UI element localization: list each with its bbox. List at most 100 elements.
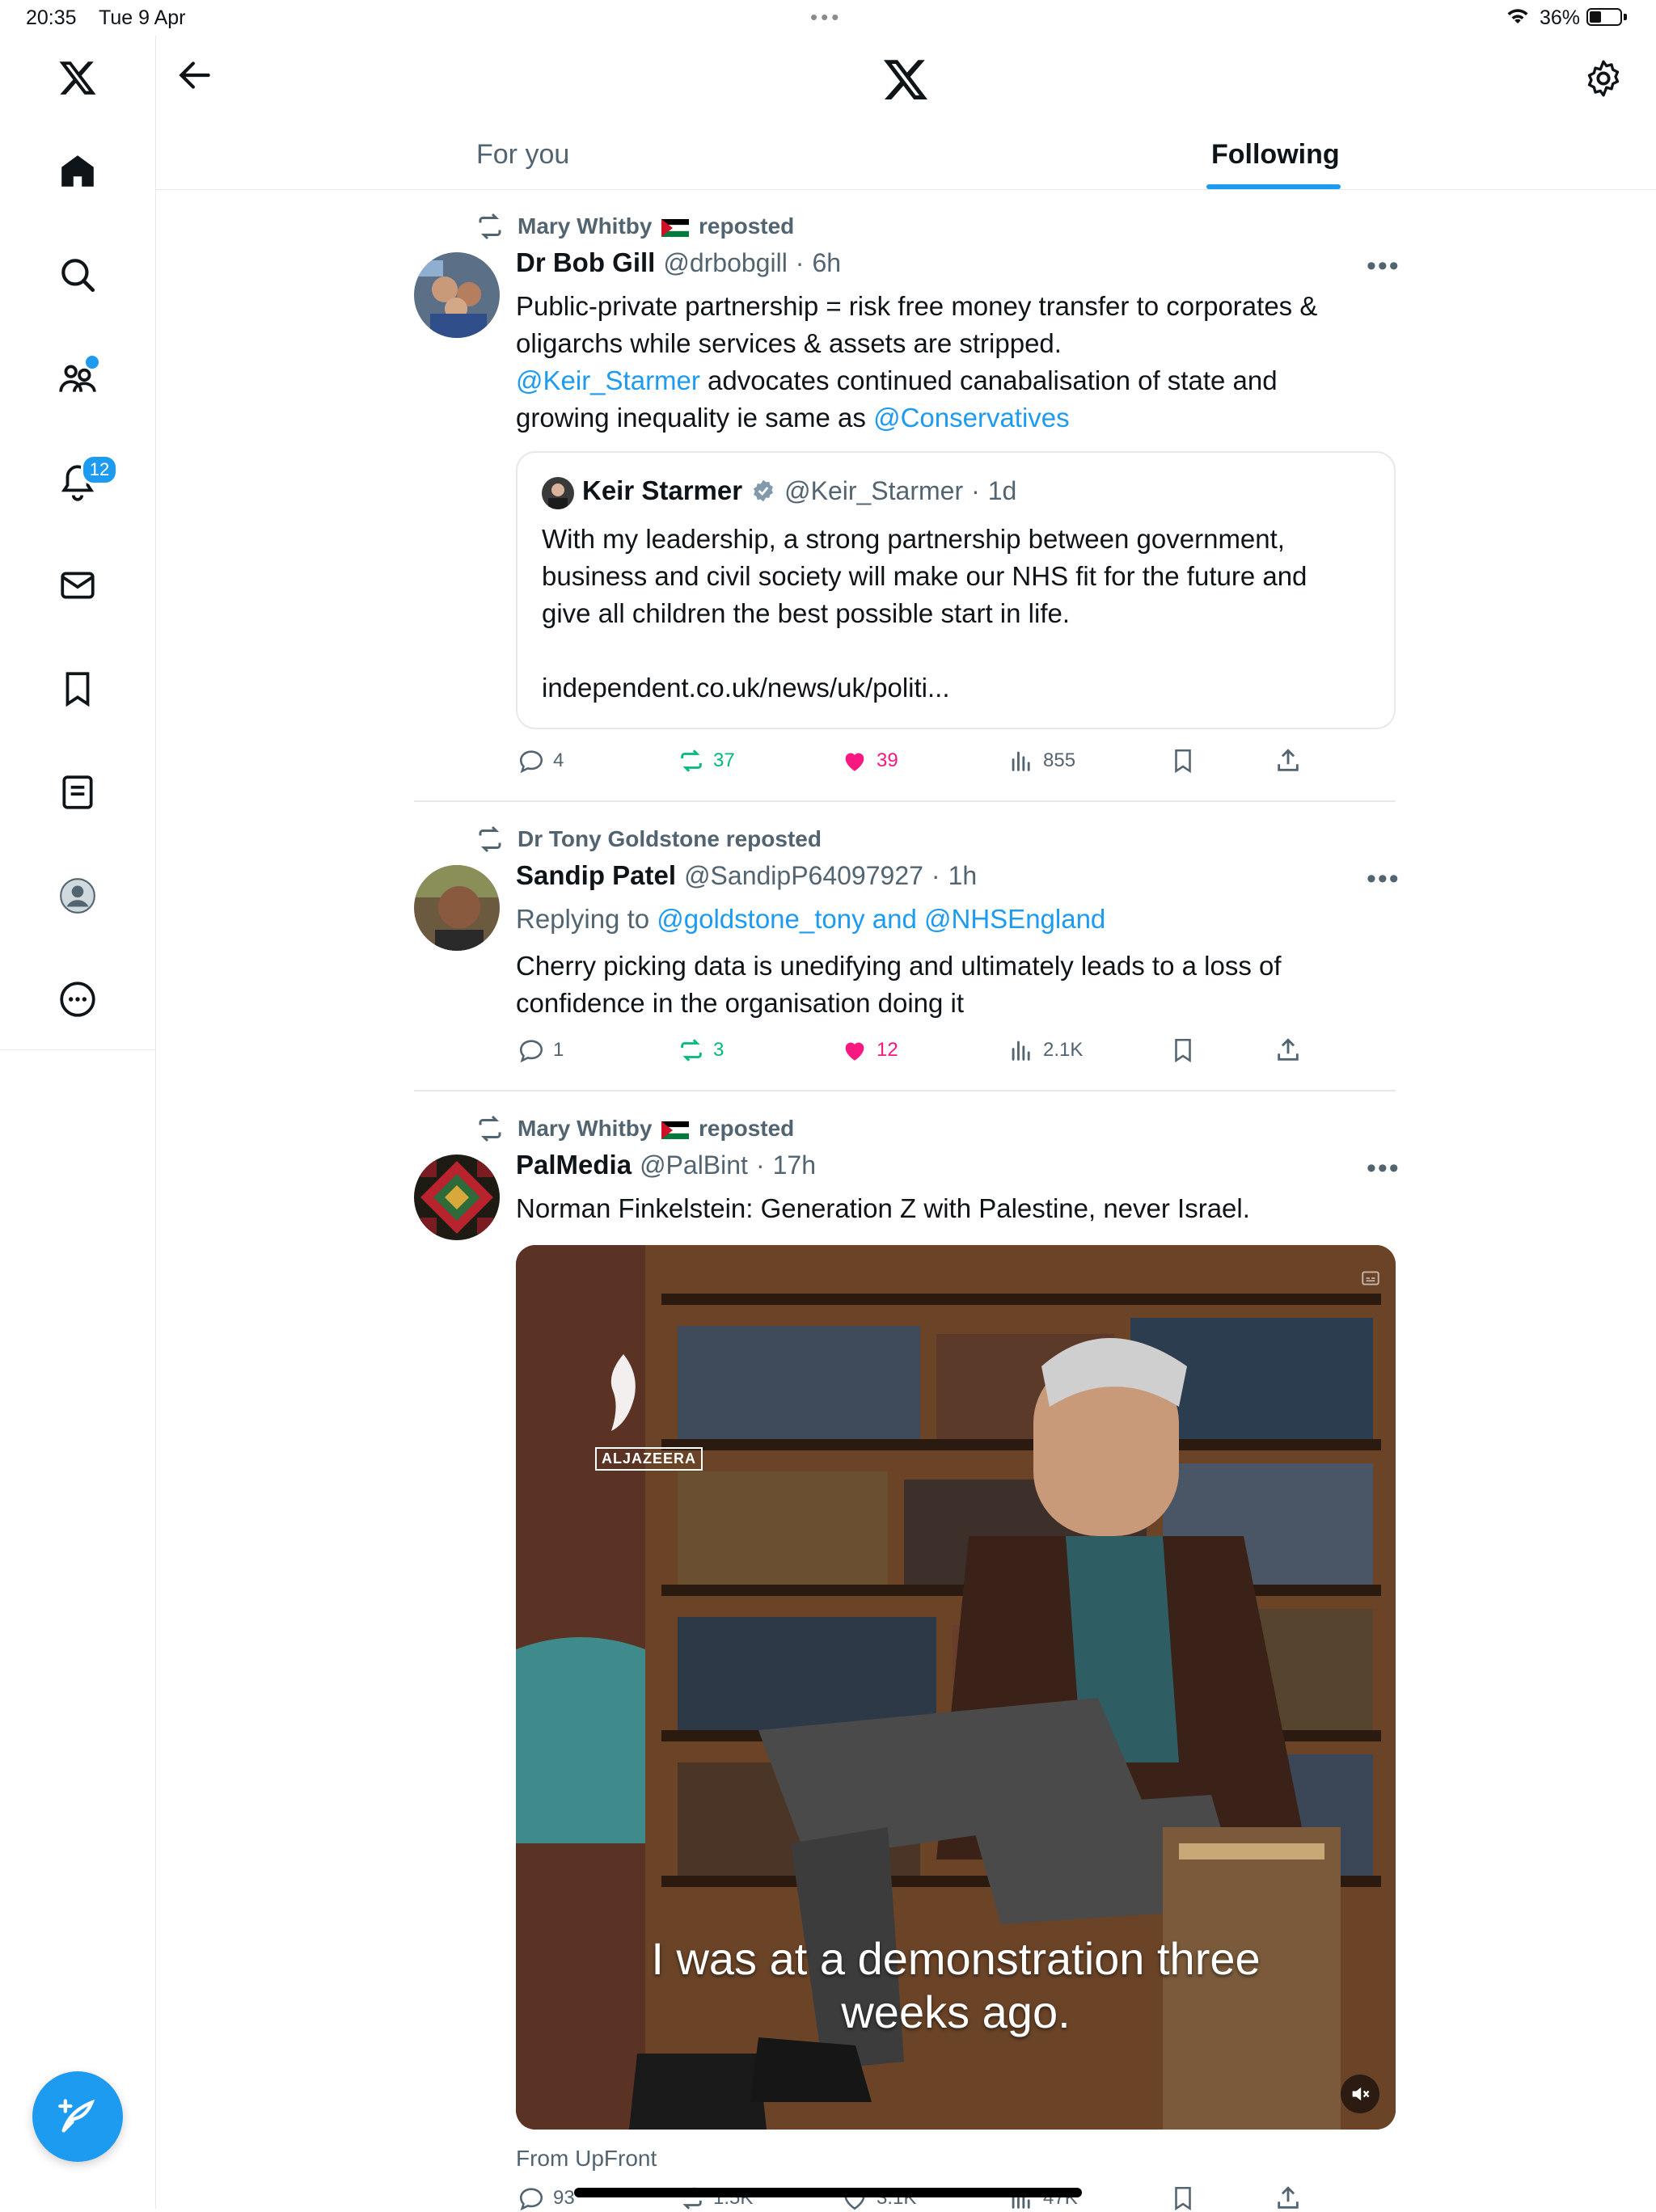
- quote-link[interactable]: independent.co.uk/news/uk/politi...: [542, 669, 1383, 707]
- status-date: Tue 9 Apr: [99, 6, 186, 29]
- quote-time: 1d: [987, 476, 1017, 505]
- repost-small-icon: [479, 213, 501, 240]
- repost-indicator[interactable]: Dr Tony Goldstone reposted: [475, 825, 822, 854]
- reply-button[interactable]: 4: [518, 747, 564, 775]
- mention-link[interactable]: @Keir_Starmer: [516, 365, 700, 395]
- battery-icon: [1586, 8, 1622, 26]
- tweet-time[interactable]: 17h: [773, 1150, 816, 1180]
- communities-icon[interactable]: [45, 346, 110, 411]
- share-button[interactable]: [1274, 747, 1302, 775]
- video-caption: I was at a demonstration three weeks ago…: [651, 1933, 1261, 2037]
- share-icon: [1278, 749, 1299, 771]
- sidebar-border: [155, 1049, 156, 2209]
- reply-count: 4: [553, 749, 564, 771]
- avatar[interactable]: [414, 865, 500, 951]
- back-arrow-icon[interactable]: [175, 55, 215, 95]
- tweet-text: Cherry picking data is unedifying and ul…: [516, 951, 1282, 1018]
- repost-indicator[interactable]: Mary Whitby reposted: [475, 1114, 794, 1143]
- tweet-time[interactable]: 1h: [948, 861, 978, 891]
- bookmark-icon: [1175, 1038, 1191, 1063]
- quote-avatar: [542, 477, 574, 509]
- reply-button[interactable]: 1: [518, 1036, 564, 1064]
- quote-author-handle: @Keir_Starmer: [784, 476, 964, 505]
- home-indicator[interactable]: [574, 2188, 1082, 2197]
- tweet-header: Dr Bob Gill @drbobgill · 6h: [516, 247, 842, 278]
- tweet-header: PalMedia @PalBint · 17h: [516, 1150, 816, 1180]
- share-button[interactable]: [1274, 1036, 1302, 1064]
- tweet-text: Public-private partnership = risk free m…: [516, 291, 1318, 433]
- subtitles-icon[interactable]: [1360, 1268, 1381, 1289]
- tab-for-you[interactable]: For you: [476, 139, 569, 171]
- status-bar: 20:35 Tue 9 Apr ••• 36%: [0, 0, 1656, 36]
- views-icon: [1012, 1041, 1030, 1061]
- settings-gear-icon[interactable]: [1583, 58, 1624, 99]
- compose-post-button[interactable]: [32, 2071, 123, 2162]
- share-button[interactable]: [1274, 2185, 1302, 2212]
- bookmark-icon: [1175, 749, 1191, 774]
- reply-count: 1: [553, 1039, 564, 1061]
- author-name[interactable]: Dr Bob Gill: [516, 247, 655, 278]
- reply-button[interactable]: 93: [518, 2185, 575, 2212]
- more-options-icon[interactable]: [45, 967, 110, 1032]
- quoted-tweet[interactable]: Keir Starmer @Keir_Starmer · 1d With my …: [516, 451, 1396, 729]
- repost-button[interactable]: 3: [678, 1036, 724, 1064]
- repost-small-icon: [479, 825, 501, 853]
- bookmark-icon: [1175, 2186, 1191, 2211]
- tweet-more-icon[interactable]: •••: [1367, 251, 1400, 282]
- palestine-flag-icon: [661, 218, 690, 237]
- x-logo-icon[interactable]: [45, 45, 110, 110]
- quote-text: With my leadership, a strong partnership…: [542, 521, 1383, 707]
- video-player[interactable]: ALJAZEERA I was at a demonstration three…: [516, 1245, 1396, 2130]
- avatar[interactable]: [414, 252, 500, 338]
- video-source[interactable]: From UpFront: [516, 2146, 657, 2172]
- tweet-more-icon[interactable]: •••: [1367, 1153, 1400, 1184]
- messages-icon[interactable]: [45, 553, 110, 618]
- profile-avatar-icon[interactable]: [45, 863, 110, 928]
- author-name[interactable]: Sandip Patel: [516, 860, 676, 891]
- tweet-divider: [414, 1090, 1396, 1091]
- heart-icon: [845, 1042, 864, 1061]
- bookmark-button[interactable]: [1169, 1036, 1197, 1064]
- repost-button[interactable]: 37: [678, 747, 735, 775]
- avatar[interactable]: [414, 1155, 500, 1240]
- views-button[interactable]: 2.1K: [1008, 1036, 1083, 1064]
- reply-count: 93: [553, 2187, 575, 2209]
- repost-suffix: reposted: [699, 213, 795, 239]
- like-button[interactable]: 12: [841, 1036, 898, 1064]
- tweet-more-icon[interactable]: •••: [1367, 863, 1400, 895]
- battery-nub: [1624, 14, 1627, 20]
- bookmarks-icon[interactable]: [45, 656, 110, 721]
- search-icon[interactable]: [45, 243, 110, 307]
- author-handle[interactable]: @PalBint: [640, 1150, 748, 1180]
- repost-count: 3: [713, 1039, 724, 1061]
- repost-small-icon: [479, 1115, 501, 1142]
- views-icon: [1012, 751, 1030, 771]
- bookmark-button[interactable]: [1169, 2185, 1197, 2212]
- quote-header: Keir Starmer @Keir_Starmer · 1d: [582, 475, 1017, 505]
- tweet-time[interactable]: 6h: [812, 248, 841, 278]
- repost-indicator[interactable]: Mary Whitby reposted: [475, 212, 794, 241]
- author-name[interactable]: PalMedia: [516, 1150, 632, 1180]
- author-handle[interactable]: @SandipP64097927: [684, 861, 923, 891]
- like-button[interactable]: 39: [841, 747, 898, 775]
- tab-following[interactable]: Following: [1211, 139, 1340, 171]
- tweet-divider: [414, 800, 1396, 802]
- repost-icon: [681, 749, 702, 772]
- like-count: 12: [877, 1039, 898, 1061]
- bookmark-button[interactable]: [1169, 747, 1197, 775]
- mention-link[interactable]: @Conservatives: [873, 403, 1070, 433]
- views-button[interactable]: 855: [1008, 747, 1075, 775]
- home-icon[interactable]: [45, 139, 110, 204]
- author-handle[interactable]: @drbobgill: [663, 248, 787, 278]
- multitasking-dots-icon[interactable]: •••: [810, 5, 842, 30]
- reply-icon: [519, 2188, 543, 2211]
- x-logo-header-icon: [881, 55, 930, 103]
- lists-icon[interactable]: [45, 760, 110, 825]
- reply-icon: [519, 1040, 543, 1063]
- repost-by: Mary Whitby: [518, 213, 653, 239]
- mute-button[interactable]: [1341, 2075, 1379, 2113]
- replying-to-link[interactable]: @goldstone_tony and @NHSEngland: [657, 904, 1105, 934]
- header-divider: [156, 189, 1656, 190]
- tweet-text: Norman Finkelstein: Generation Z with Pa…: [516, 1193, 1250, 1223]
- muted-speaker-icon: [1352, 2087, 1370, 2101]
